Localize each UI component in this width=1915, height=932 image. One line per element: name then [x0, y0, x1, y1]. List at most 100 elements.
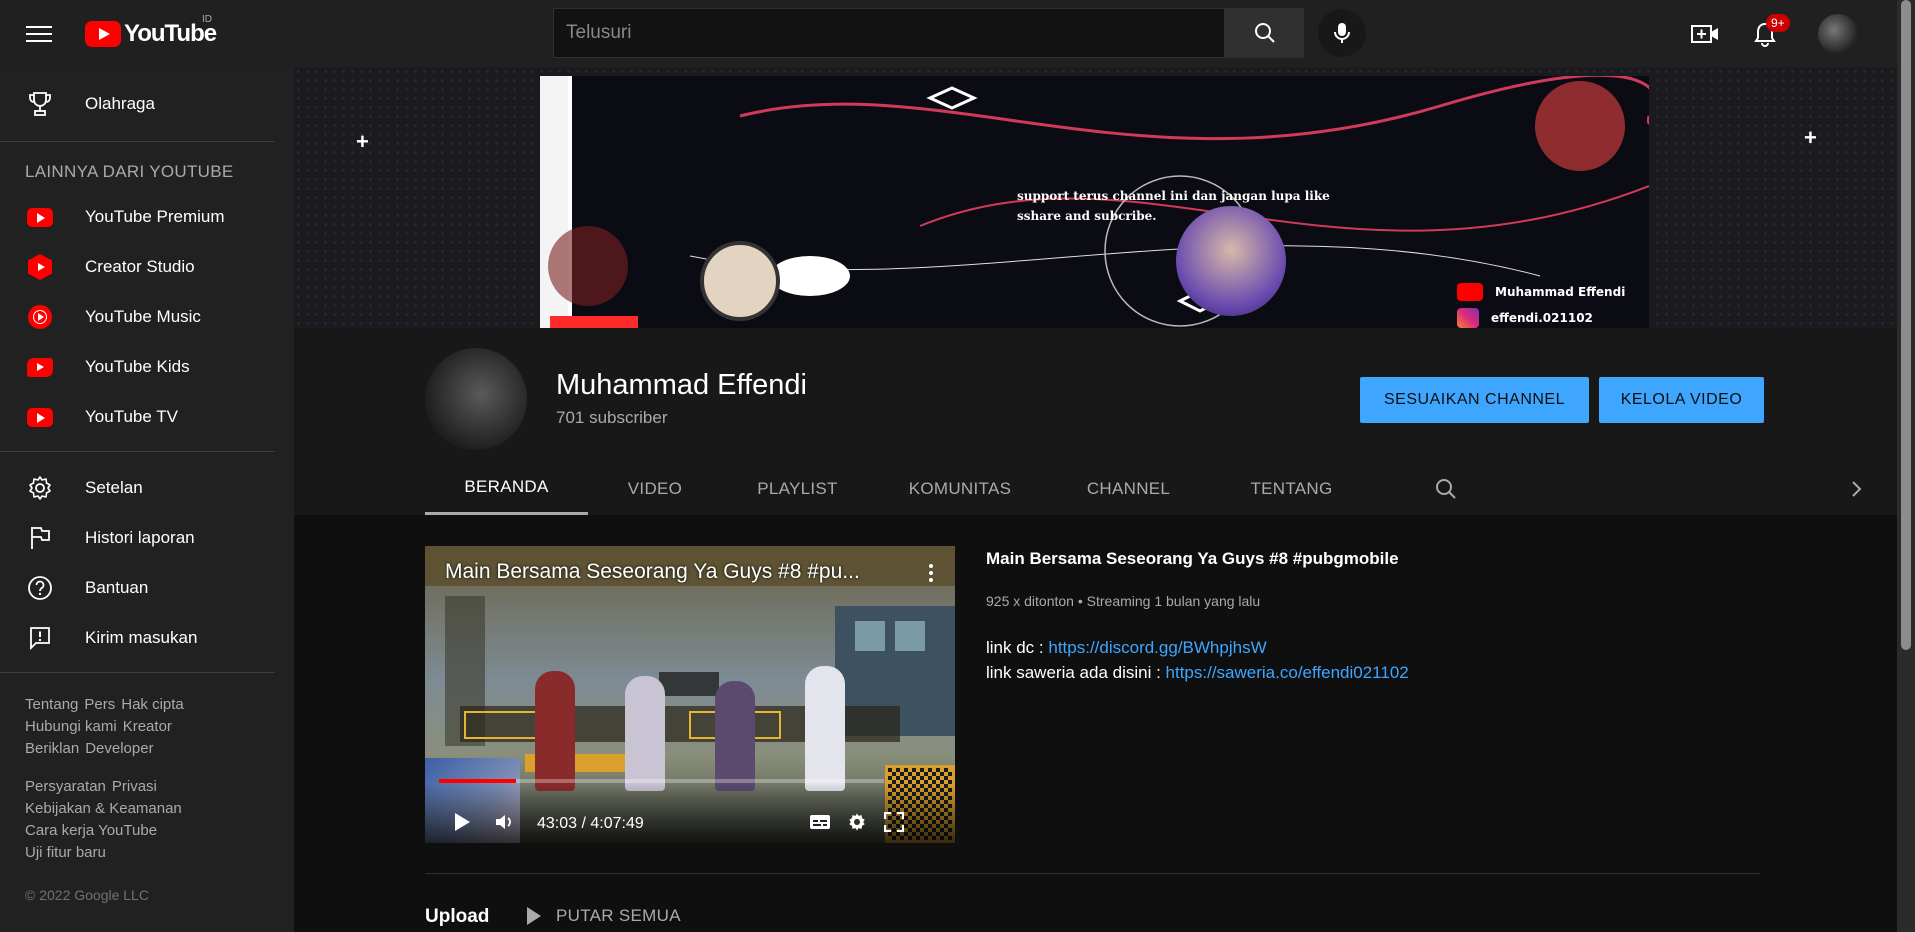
subtitles-icon[interactable] — [809, 811, 831, 833]
fullscreen-icon[interactable] — [883, 811, 905, 833]
character — [535, 671, 575, 791]
notifications-button[interactable]: 9+ — [1749, 14, 1790, 50]
page-scrollbar[interactable] — [1897, 0, 1915, 932]
banner-instagram-label: effendi.021102 — [1457, 308, 1593, 328]
channel-home-content: Main Bersama Seseorang Ya Guys #8 #pu...… — [294, 515, 1897, 932]
sidebar-item-bantuan[interactable]: Bantuan — [0, 563, 294, 613]
hamburger-menu-icon[interactable] — [26, 21, 52, 45]
manage-videos-button[interactable]: KELOLA VIDEO — [1599, 377, 1764, 423]
creator-studio-icon — [26, 253, 54, 281]
youtube-icon — [1457, 283, 1483, 301]
section-divider — [425, 873, 1760, 874]
footer-link[interactable]: Hak cipta — [121, 696, 184, 713]
player-title[interactable]: Main Bersama Seseorang Ya Guys #8 #pu... — [445, 560, 885, 584]
banner-instagram-handle: effendi.021102 — [1491, 311, 1593, 325]
subscriber-count: 701 subscriber — [556, 408, 668, 427]
footer-link[interactable]: Tentang — [25, 696, 78, 713]
voice-search-button[interactable] — [1318, 9, 1366, 57]
saweria-link[interactable]: https://saweria.co/effendi021102 — [1166, 663, 1409, 682]
footer-link[interactable]: Persyaratan — [25, 778, 106, 795]
banner-message-line: sshare and subcribe. — [1017, 209, 1157, 223]
footer-link[interactable]: Hubungi kami — [25, 718, 117, 735]
footer-link[interactable]: Uji fitur baru — [25, 844, 106, 861]
search-button[interactable] — [1225, 8, 1304, 58]
sidebar-item-kirim-masukan[interactable]: Kirim masukan — [0, 613, 294, 663]
featured-video-title[interactable]: Main Bersama Seseorang Ya Guys #8 #pubgm… — [986, 549, 1399, 569]
account-avatar[interactable] — [1818, 14, 1858, 54]
featured-video-meta: 925 x ditonton • Streaming 1 bulan yang … — [986, 593, 1261, 609]
play-all-button[interactable]: PUTAR SEMUA — [526, 906, 681, 926]
tab-playlist[interactable]: PLAYLIST — [722, 462, 873, 515]
discord-link[interactable]: https://discord.gg/BWhpjhsW — [1048, 638, 1266, 657]
youtube-music-icon — [26, 303, 54, 331]
sidebar-item-setelan[interactable]: Setelan — [0, 463, 294, 513]
footer-link[interactable]: Beriklan — [25, 740, 79, 757]
volume-icon[interactable] — [493, 811, 515, 833]
tab-video[interactable]: VIDEO — [588, 462, 722, 515]
play-icon — [527, 907, 541, 925]
sidebar-item-label: Olahraga — [85, 94, 155, 113]
progress-bar[interactable] — [439, 779, 884, 783]
uploads-heading[interactable]: Upload — [425, 906, 489, 928]
sidebar-item-label: YouTube Kids — [85, 357, 190, 376]
sidebar-section-heading: LAINNYA DARI YOUTUBE — [25, 162, 234, 181]
sidebar-divider — [0, 141, 275, 142]
channel-search-icon[interactable] — [1433, 476, 1459, 502]
customize-channel-button[interactable]: SESUAIKAN CHANNEL — [1360, 377, 1589, 423]
sidebar-divider — [0, 672, 275, 673]
banner-message: support terus channel ini dan jangan lup… — [1017, 186, 1397, 226]
channel-header: Muhammad Effendi 701 subscriber SESUAIKA… — [294, 328, 1897, 515]
tab-komunitas[interactable]: KOMUNITAS — [873, 462, 1047, 515]
footer-link[interactable]: Pers — [84, 696, 115, 713]
tab-tentang[interactable]: TENTANG — [1210, 462, 1373, 515]
search-box — [553, 8, 1304, 58]
description-line: link dc : https://discord.gg/BWhpjhsW — [986, 635, 1409, 660]
youtube-premium-icon — [26, 203, 54, 231]
footer-link[interactable]: Privasi — [112, 778, 157, 795]
description-line: link saweria ada disini : https://saweri… — [986, 660, 1409, 685]
sidebar-item-youtube-premium[interactable]: YouTube Premium — [0, 192, 294, 242]
sidebar-item-label: Histori laporan — [85, 528, 195, 547]
trophy-icon — [26, 90, 54, 118]
sidebar-item-youtube-kids[interactable]: YouTube Kids — [0, 342, 294, 392]
character — [805, 666, 845, 791]
video-characters — [515, 641, 895, 791]
sidebar-item-label: YouTube TV — [85, 407, 178, 426]
help-icon — [26, 574, 54, 602]
description-text: link saweria ada disini : — [986, 663, 1166, 682]
play-all-label: PUTAR SEMUA — [556, 906, 681, 925]
sidebar-item-label: Kirim masukan — [85, 628, 198, 647]
youtube-channel-page: YouTube ID 9+ Olahraga LAINN — [0, 0, 1915, 932]
youtube-tv-icon — [26, 403, 54, 431]
channel-avatar[interactable] — [425, 348, 527, 450]
youtube-play-icon — [85, 21, 121, 47]
chevron-right-icon[interactable] — [1843, 476, 1869, 502]
footer-link[interactable]: Kebijakan & Keamanan — [25, 800, 182, 817]
copyright: © 2022 Google LLC — [25, 887, 149, 903]
footer-link[interactable]: Kreator — [123, 718, 172, 735]
sidebar-item-creator-studio[interactable]: Creator Studio — [0, 242, 294, 292]
banner-youtube-label: Muhammad Effendi — [1457, 283, 1625, 301]
footer-link[interactable]: Cara kerja YouTube — [25, 822, 157, 839]
tab-channel[interactable]: CHANNEL — [1047, 462, 1210, 515]
footer-links-primary: Tentang Pers Hak cipta Hubungi kami Kreator… — [25, 694, 235, 760]
sidebar-item-histori-laporan[interactable]: Histori laporan — [0, 513, 294, 563]
create-video-button[interactable] — [1689, 18, 1721, 50]
sidebar-item-olahraga[interactable]: Olahraga — [0, 79, 294, 129]
character — [625, 676, 665, 791]
youtube-logo[interactable]: YouTube ID — [85, 14, 217, 48]
search-input[interactable] — [553, 8, 1225, 58]
top-bar: YouTube ID 9+ — [0, 0, 1897, 67]
scrollbar-thumb[interactable] — [1901, 0, 1911, 650]
tab-beranda[interactable]: BERANDA — [425, 462, 588, 515]
youtube-kids-icon — [26, 353, 54, 381]
featured-video-player[interactable]: Main Bersama Seseorang Ya Guys #8 #pu...… — [425, 546, 955, 843]
settings-icon[interactable] — [846, 811, 868, 833]
play-icon[interactable] — [451, 811, 473, 833]
sidebar-item-youtube-tv[interactable]: YouTube TV — [0, 392, 294, 442]
footer-link[interactable]: Developer — [85, 740, 153, 757]
more-options-icon[interactable] — [921, 560, 941, 586]
banner-youtube-name: Muhammad Effendi — [1495, 285, 1626, 299]
sidebar-item-youtube-music[interactable]: YouTube Music — [0, 292, 294, 342]
character — [715, 681, 755, 791]
